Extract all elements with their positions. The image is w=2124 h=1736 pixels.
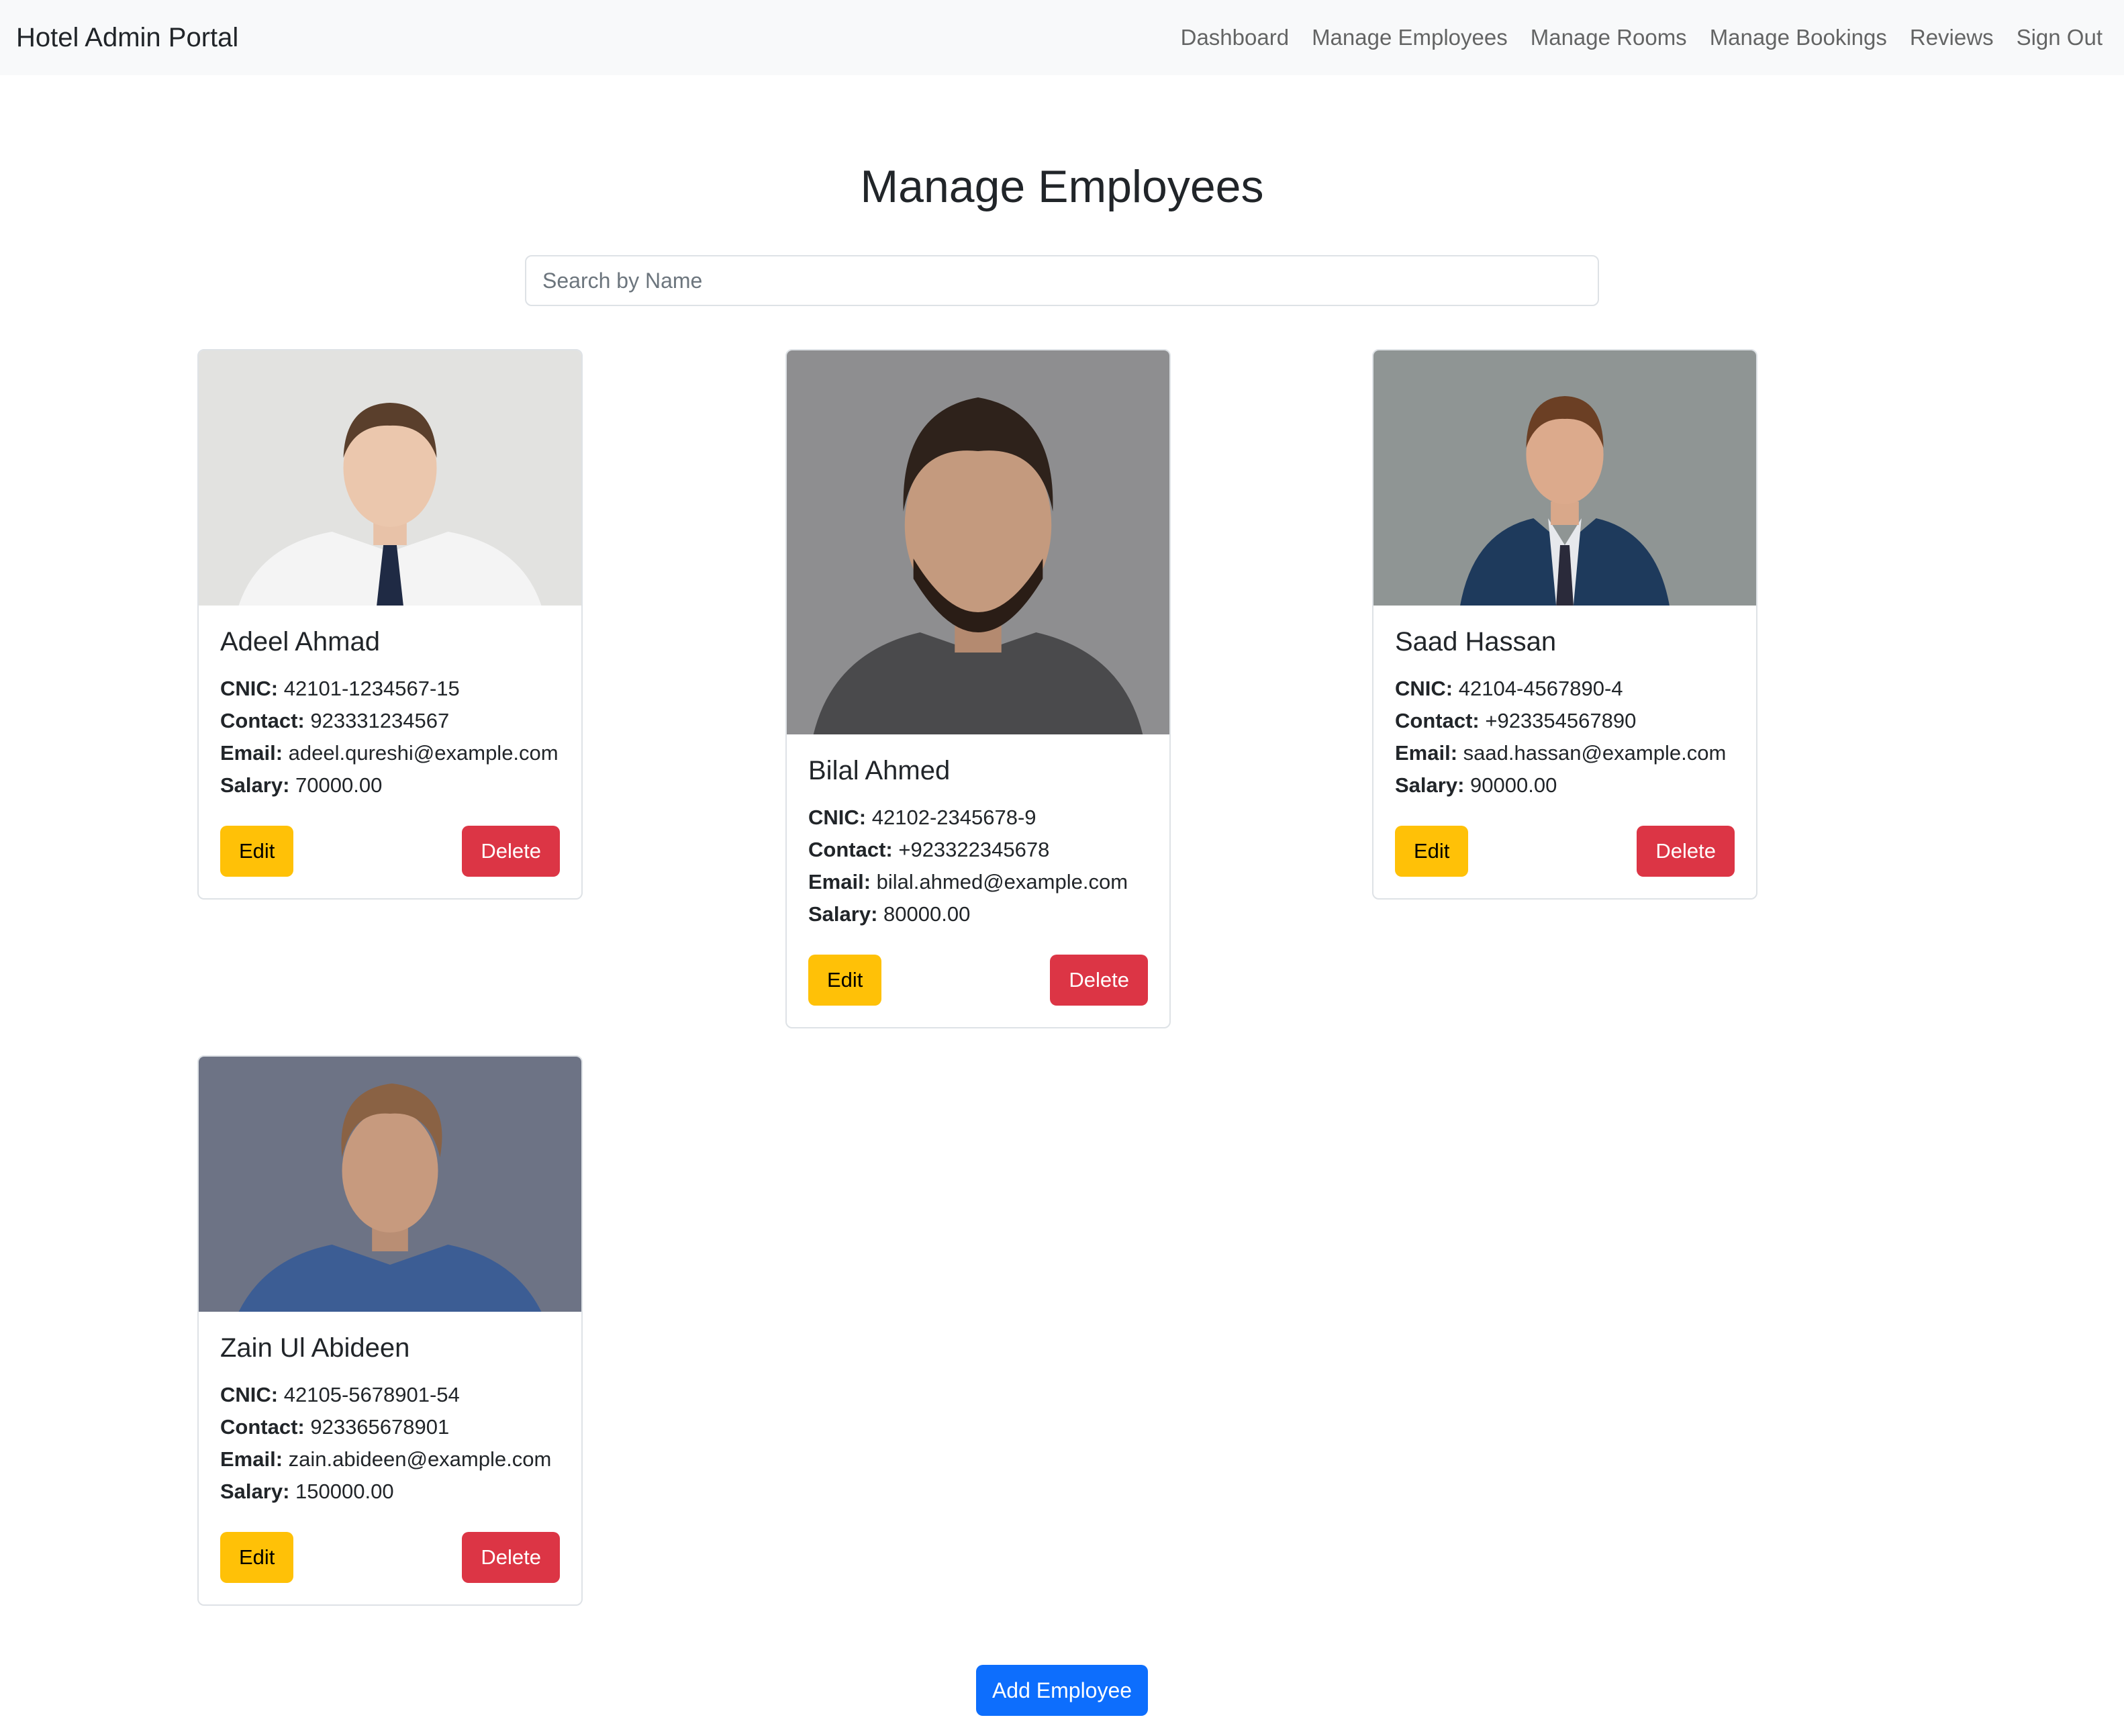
contact-row: Contact: 923365678901 [220, 1411, 560, 1443]
email-row: Email: adeel.qureshi@example.com [220, 737, 560, 769]
nav-links: Dashboard Manage Employees Manage Rooms … [1181, 25, 2103, 50]
salary-value: 90000.00 [1470, 773, 1557, 797]
card-actions: Edit Delete [220, 1532, 560, 1583]
salary-label: Salary: [220, 773, 290, 797]
cnic-label: CNIC: [808, 806, 867, 829]
card-actions: Edit Delete [1395, 826, 1735, 877]
card-body: Saad Hassan CNIC: 42104-4567890-4 Contac… [1373, 606, 1756, 898]
email-value: bilal.ahmed@example.com [876, 870, 1128, 894]
nav-sign-out[interactable]: Sign Out [2017, 25, 2103, 50]
employee-photo [787, 350, 1169, 734]
email-row: Email: saad.hassan@example.com [1395, 737, 1735, 769]
email-label: Email: [1395, 741, 1458, 765]
card-body: Zain Ul Abideen CNIC: 42105-5678901-54 C… [199, 1312, 581, 1604]
contact-row: Contact: +923354567890 [1395, 705, 1735, 737]
email-row: Email: bilal.ahmed@example.com [808, 866, 1148, 898]
contact-value: +923322345678 [898, 838, 1050, 861]
cnic-label: CNIC: [1395, 677, 1453, 700]
delete-button[interactable]: Delete [1637, 826, 1735, 877]
contact-label: Contact: [808, 838, 893, 861]
salary-row: Salary: 80000.00 [808, 898, 1148, 930]
contact-label: Contact: [1395, 709, 1480, 732]
card-actions: Edit Delete [808, 955, 1148, 1006]
nav-dashboard[interactable]: Dashboard [1181, 25, 1289, 50]
contact-value: 923365678901 [310, 1415, 450, 1439]
cnic-label: CNIC: [220, 1383, 279, 1406]
contact-label: Contact: [220, 709, 305, 732]
email-value: saad.hassan@example.com [1463, 741, 1727, 765]
delete-button[interactable]: Delete [462, 826, 560, 877]
employee-card: Zain Ul Abideen CNIC: 42105-5678901-54 C… [197, 1055, 583, 1606]
salary-value: 80000.00 [883, 902, 971, 926]
salary-row: Salary: 150000.00 [220, 1476, 560, 1508]
nav-reviews[interactable]: Reviews [1910, 25, 1994, 50]
page-title: Manage Employees [860, 161, 1264, 212]
email-row: Email: zain.abideen@example.com [220, 1443, 560, 1476]
employee-photo [1373, 350, 1756, 606]
cnic-row: CNIC: 42101-1234567-15 [220, 673, 560, 705]
card-actions: Edit Delete [220, 826, 560, 877]
salary-label: Salary: [808, 902, 878, 926]
delete-button[interactable]: Delete [1050, 955, 1148, 1006]
employee-name: Zain Ul Abideen [220, 1333, 410, 1363]
contact-row: Contact: 923331234567 [220, 705, 560, 737]
email-label: Email: [220, 1447, 283, 1471]
employee-photo [199, 350, 581, 606]
card-body: Bilal Ahmed CNIC: 42102-2345678-9 Contac… [787, 734, 1169, 1027]
edit-button[interactable]: Edit [1395, 826, 1469, 877]
navbar: Hotel Admin Portal Dashboard Manage Empl… [0, 0, 2124, 75]
employee-name: Saad Hassan [1395, 627, 1557, 657]
cnic-value: 42102-2345678-9 [871, 806, 1036, 829]
salary-value: 70000.00 [295, 773, 383, 797]
card-body: Adeel Ahmad CNIC: 42101-1234567-15 Conta… [199, 606, 581, 898]
edit-button[interactable]: Edit [220, 826, 294, 877]
email-label: Email: [220, 741, 283, 765]
email-label: Email: [808, 870, 871, 894]
cnic-label: CNIC: [220, 677, 279, 700]
cnic-value: 42101-1234567-15 [283, 677, 460, 700]
edit-button[interactable]: Edit [220, 1532, 294, 1583]
search-input[interactable] [525, 255, 1599, 306]
salary-label: Salary: [1395, 773, 1465, 797]
employee-card: Adeel Ahmad CNIC: 42101-1234567-15 Conta… [197, 349, 583, 900]
contact-value: +923354567890 [1485, 709, 1637, 732]
email-value: zain.abideen@example.com [288, 1447, 552, 1471]
delete-button[interactable]: Delete [462, 1532, 560, 1583]
nav-manage-rooms[interactable]: Manage Rooms [1531, 25, 1687, 50]
employee-name: Bilal Ahmed [808, 756, 951, 785]
nav-manage-employees[interactable]: Manage Employees [1312, 25, 1508, 50]
cnic-row: CNIC: 42102-2345678-9 [808, 802, 1148, 834]
employee-card: Saad Hassan CNIC: 42104-4567890-4 Contac… [1372, 349, 1757, 900]
brand-title[interactable]: Hotel Admin Portal [16, 23, 238, 53]
cnic-row: CNIC: 42105-5678901-54 [220, 1379, 560, 1411]
salary-row: Salary: 90000.00 [1395, 769, 1735, 802]
contact-value: 923331234567 [310, 709, 450, 732]
employee-name: Adeel Ahmad [220, 627, 380, 657]
salary-value: 150000.00 [295, 1480, 394, 1503]
employee-card: Bilal Ahmed CNIC: 42102-2345678-9 Contac… [785, 349, 1171, 1028]
cnic-value: 42105-5678901-54 [283, 1383, 460, 1406]
contact-row: Contact: +923322345678 [808, 834, 1148, 866]
nav-manage-bookings[interactable]: Manage Bookings [1710, 25, 1887, 50]
salary-label: Salary: [220, 1480, 290, 1503]
email-value: adeel.qureshi@example.com [288, 741, 559, 765]
cnic-row: CNIC: 42104-4567890-4 [1395, 673, 1735, 705]
contact-label: Contact: [220, 1415, 305, 1439]
cnic-value: 42104-4567890-4 [1458, 677, 1623, 700]
add-employee-button[interactable]: Add Employee [976, 1665, 1148, 1716]
employee-photo [199, 1057, 581, 1312]
salary-row: Salary: 70000.00 [220, 769, 560, 802]
edit-button[interactable]: Edit [808, 955, 882, 1006]
